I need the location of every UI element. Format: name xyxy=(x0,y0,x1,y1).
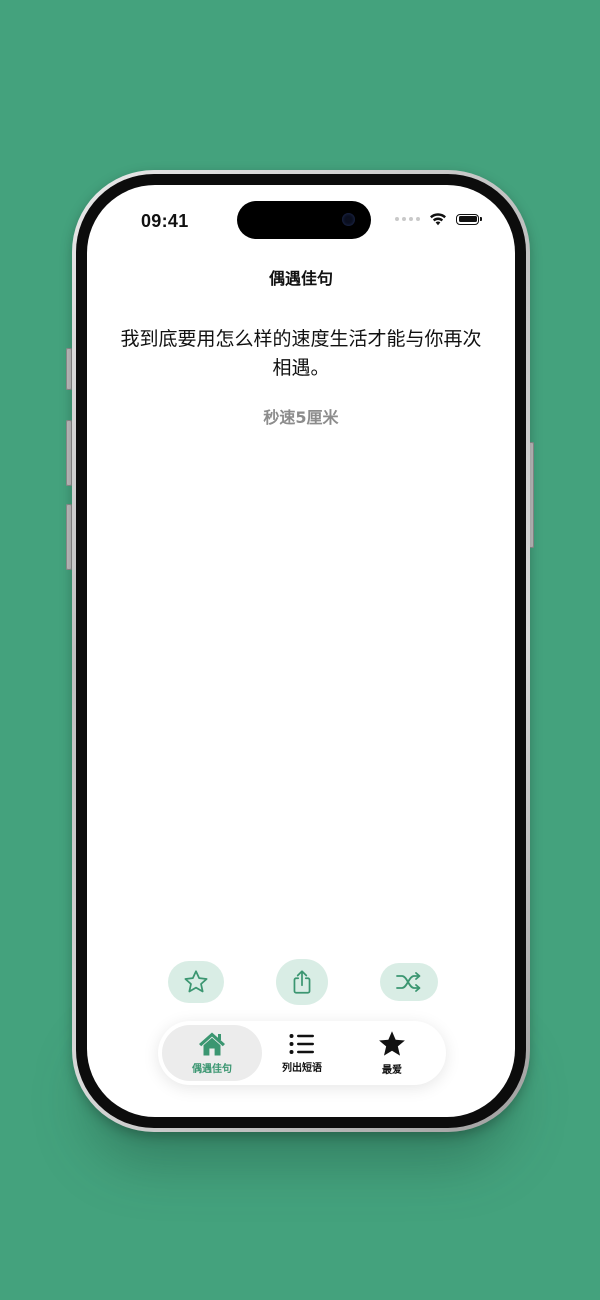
screen: 09:41 偶遇佳句 我到底要用怎么样的速度生活才能与你再次相遇。 秒速5厘米 … xyxy=(87,185,515,1117)
star-outline-icon xyxy=(184,970,208,993)
list-icon xyxy=(289,1034,314,1054)
shuffle-icon xyxy=(396,972,421,992)
shuffle-button[interactable] xyxy=(380,963,438,1001)
signal-dots-icon xyxy=(395,217,420,221)
favorite-button[interactable] xyxy=(168,961,224,1003)
page-title: 偶遇佳句 xyxy=(268,269,333,288)
star-filled-icon xyxy=(379,1031,405,1056)
tab-label: 列出短语 xyxy=(282,1063,322,1074)
quote-text: 我到底要用怎么样的速度生活才能与你再次相遇。 xyxy=(120,328,482,379)
share-button[interactable] xyxy=(276,959,328,1005)
battery-icon xyxy=(456,213,482,225)
dynamic-island xyxy=(237,201,371,239)
status-time: 09:41 xyxy=(141,211,189,231)
tab-label: 偶遇佳句 xyxy=(192,1064,232,1075)
phone-bezel: 09:41 偶遇佳句 我到底要用怎么样的速度生活才能与你再次相遇。 秒速5厘米 … xyxy=(76,174,526,1128)
tab-favorites[interactable]: 最爱 xyxy=(342,1025,442,1081)
tab-bar: 偶遇佳句 列出短语 最爱 xyxy=(158,1021,446,1085)
quote-source: 秒速5厘米 xyxy=(263,408,339,427)
status-icons xyxy=(395,211,482,227)
phone-frame: 09:41 偶遇佳句 我到底要用怎么样的速度生活才能与你再次相遇。 秒速5厘米 … xyxy=(72,170,530,1132)
home-icon xyxy=(199,1032,225,1056)
share-icon xyxy=(293,970,311,994)
tab-list[interactable]: 列出短语 xyxy=(252,1025,352,1081)
tab-label: 最爱 xyxy=(382,1065,402,1076)
tab-discover[interactable]: 偶遇佳句 xyxy=(162,1025,262,1081)
wifi-icon xyxy=(430,213,446,226)
stage: 09:41 偶遇佳句 我到底要用怎么样的速度生活才能与你再次相遇。 秒速5厘米 … xyxy=(0,0,600,1300)
camera-icon xyxy=(342,213,355,226)
